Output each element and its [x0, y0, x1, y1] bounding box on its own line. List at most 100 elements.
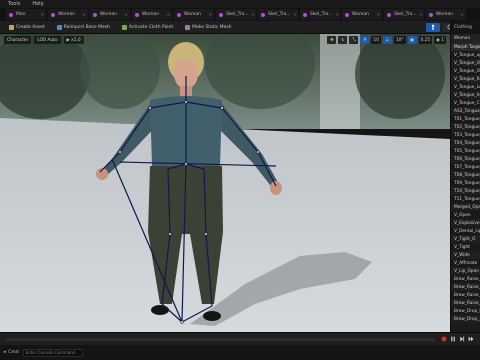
menu-help[interactable]: Help — [32, 1, 43, 7]
playback-speed-dropdown[interactable]: ▶ x1.0 — [63, 36, 84, 44]
menu-tools[interactable]: Tools — [8, 1, 20, 7]
asset-tab[interactable]: Woman × — [426, 9, 466, 20]
tab-label: Skel_Tra... — [268, 12, 291, 17]
next-frame-button[interactable] — [459, 336, 465, 342]
morph-target-item[interactable]: T03_Tongue_... — [451, 131, 480, 139]
morph-target-item[interactable]: T08_Tongue_... — [451, 171, 480, 179]
morph-target-item[interactable]: V_Tight — [451, 243, 480, 251]
morph-target-item[interactable]: Brow_Raise_I... — [451, 275, 480, 283]
morph-target-item[interactable]: T07_Tongue_... — [451, 163, 480, 171]
record-button[interactable] — [441, 336, 447, 342]
morph-target-item[interactable]: T06_Tongue_... — [451, 155, 480, 163]
grid-snap-value[interactable]: 10 — [371, 36, 381, 44]
morph-target-item[interactable]: T11_Tongue_... — [451, 195, 480, 203]
timeline-scrubber[interactable] — [6, 337, 435, 341]
scale-snap-value[interactable]: 0.25 — [418, 36, 433, 44]
cmd-dropdown[interactable]: ▸ Cmd — [4, 350, 19, 355]
rot-snap-toggle[interactable]: ∠ — [382, 36, 392, 44]
morph-target-item[interactable]: T04_Tongue_... — [451, 139, 480, 147]
morph-target-item[interactable]: V_Wide — [451, 251, 480, 259]
asset-tab[interactable]: Woman × — [90, 9, 130, 20]
scale-snap-toggle[interactable]: ▣ — [407, 36, 417, 44]
morph-target-item[interactable]: V_Affricate — [451, 259, 480, 267]
morph-target-item[interactable]: Brow_Raise_... — [451, 291, 480, 299]
3d-viewport[interactable]: Character LOD Auto ▶ x1.0 ✥ ↻ ⤡ # 10 ∠ 1… — [0, 34, 450, 332]
close-icon[interactable]: × — [336, 12, 339, 17]
view-mode-dropdown[interactable]: Character — [4, 36, 32, 44]
rot-snap-value[interactable]: 10° — [393, 36, 406, 44]
close-icon[interactable]: × — [209, 12, 212, 17]
morph-target-item[interactable]: V_Tongue_In... — [451, 91, 480, 99]
morph-target-item[interactable]: Brow_Drop_... — [451, 315, 480, 323]
skeleton-icon — [387, 12, 391, 17]
morph-target-item[interactable]: V_Explosive — [451, 219, 480, 227]
skeleton-mode-button[interactable] — [426, 22, 440, 32]
close-icon[interactable]: × — [83, 12, 86, 17]
activate-cloth-paint-button[interactable]: Activate Cloth Paint — [119, 23, 176, 32]
app-window: Tools Help Man × Woman × Woman × Woman × Wom… — [0, 0, 480, 360]
tab-clothing[interactable]: Clothing — [454, 25, 472, 30]
morph-target-item[interactable]: V_Tongue_up — [451, 51, 480, 59]
asset-tab[interactable]: Man × — [6, 9, 46, 20]
angle-icon: ∠ — [385, 37, 390, 43]
morph-target-item[interactable]: T10_Tongue_... — [451, 187, 480, 195]
morph-target-item[interactable]: V_Lip_Open — [451, 267, 480, 275]
morph-target-item[interactable]: V_Tight_O — [451, 235, 480, 243]
morph-target-item[interactable]: V_Tongue_Ou... — [451, 59, 480, 67]
reimport-base-mesh-button[interactable]: Reimport Base Mesh — [54, 23, 113, 32]
rotate-tool-button[interactable]: ↻ — [338, 36, 348, 44]
viewport-scene[interactable] — [0, 34, 450, 332]
camera-speed-value[interactable]: ◉ 1 — [434, 36, 446, 44]
pause-button[interactable] — [450, 336, 456, 342]
translate-tool-button[interactable]: ✥ — [327, 36, 337, 44]
morph-target-item[interactable]: Merged_Open... — [451, 203, 480, 211]
asset-tab[interactable]: Skel_Tra... × — [384, 9, 424, 20]
morph-target-item[interactable]: T05_Tongue_... — [451, 147, 480, 155]
end-button[interactable] — [468, 336, 474, 342]
asset-tab[interactable]: Woman × — [132, 9, 172, 20]
asset-tab[interactable]: Skel_Tra... × — [216, 9, 256, 20]
wrench-icon — [9, 24, 14, 30]
make-static-mesh-button[interactable]: Make Static Mesh — [182, 23, 234, 32]
next-icon — [460, 336, 465, 342]
lod-dropdown[interactable]: LOD Auto — [34, 36, 61, 44]
morph-target-item[interactable]: V_Tongue_Ou... — [451, 67, 480, 75]
morph-target-item[interactable]: V_Tongue_Lo... — [451, 83, 480, 91]
menu-bar: Tools Help — [0, 0, 480, 8]
skeletal-mesh-icon — [345, 12, 349, 17]
console-command-input[interactable]: Enter Console Command — [22, 348, 83, 357]
close-icon[interactable]: × — [125, 12, 128, 17]
morph-target-item[interactable]: V_Tongue_Cu... — [451, 99, 480, 107]
morph-target-item[interactable]: Brow_Raise_... — [451, 299, 480, 307]
asset-tab[interactable]: Skel_Tra... × — [300, 9, 340, 20]
close-icon[interactable]: × — [420, 12, 423, 17]
morph-target-item[interactable]: V_Tongue_Ra... — [451, 75, 480, 83]
asset-tab[interactable]: Woman × — [174, 9, 214, 20]
move-icon: ✥ — [330, 37, 334, 43]
close-icon[interactable]: × — [461, 12, 464, 17]
close-icon[interactable]: × — [41, 12, 44, 17]
morph-target-item[interactable]: T01_Tongue_... — [451, 115, 480, 123]
scale-tool-button[interactable]: ⤡ — [349, 36, 359, 44]
create-asset-button[interactable]: Create Asset — [6, 23, 48, 32]
morph-list-header[interactable]: Morph Target — [451, 43, 480, 51]
panel-tab-bar: Clothing — [451, 21, 480, 34]
morph-target-item[interactable]: Brow_Drop_L... — [451, 307, 480, 315]
grid-snap-toggle[interactable]: # — [360, 36, 370, 44]
morph-target-item[interactable]: T09_Tongue_... — [451, 179, 480, 187]
morph-target-item[interactable]: V_Dental_Lip — [451, 227, 480, 235]
close-icon[interactable]: × — [252, 12, 255, 17]
asset-tab[interactable]: Woman × — [342, 9, 382, 20]
terminal-icon: ▸ — [4, 350, 7, 355]
morph-target-item[interactable]: T02_Tongue_... — [451, 123, 480, 131]
close-icon[interactable]: × — [377, 12, 380, 17]
morph-target-panel: Clothing Woman Morph Target V_Tongue_up V_… — [450, 21, 480, 332]
skip-end-icon — [468, 336, 474, 342]
close-icon[interactable]: × — [167, 12, 170, 17]
asset-tab[interactable]: Skel_Tra... × — [258, 9, 298, 20]
morph-target-item[interactable]: V_Open — [451, 211, 480, 219]
morph-target-item[interactable]: Brow_Raise_I... — [451, 283, 480, 291]
close-icon[interactable]: × — [294, 12, 297, 17]
asset-tab[interactable]: Woman × — [48, 9, 88, 20]
morph-target-item[interactable]: AS3_Tongue_... — [451, 107, 480, 115]
